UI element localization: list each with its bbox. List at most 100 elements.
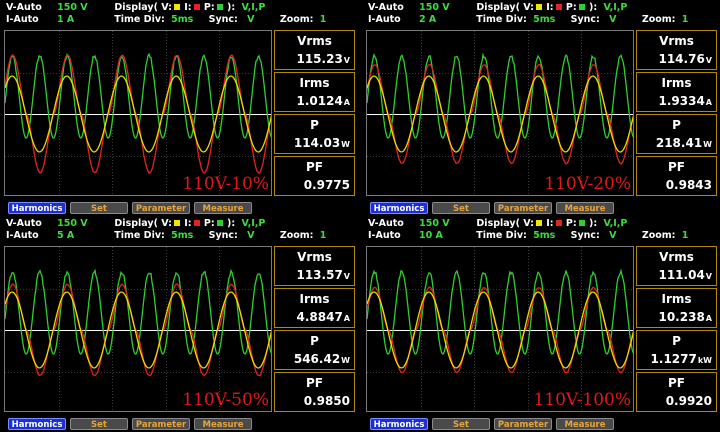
grid-lines bbox=[367, 31, 634, 196]
p-box: P 546.42W bbox=[274, 330, 355, 370]
measurement-column: Vrms 114.76V Irms 1.9334A P 218.41W PF 0… bbox=[636, 30, 717, 196]
measure-button[interactable]: Measure bbox=[556, 418, 614, 430]
display-label: Display( V: bbox=[114, 218, 172, 229]
time-div-value[interactable]: 5ms bbox=[533, 14, 555, 25]
sync-label: Sync: bbox=[209, 14, 238, 25]
zoom-label: Zoom: bbox=[642, 14, 676, 25]
p-box: P 1.1277kW bbox=[636, 330, 717, 370]
scope-panel: V-Auto 150 V Display( V: I: P: ): V,I,P … bbox=[0, 216, 358, 430]
set-button[interactable]: Set bbox=[70, 418, 128, 430]
status-header: V-Auto 150 V Display( V: I: P: ): V,I,P … bbox=[362, 0, 720, 30]
waveform-svg bbox=[367, 247, 634, 412]
grid-lines bbox=[367, 247, 634, 412]
time-div-value[interactable]: 5ms bbox=[533, 230, 555, 241]
parameter-button[interactable]: Parameter bbox=[494, 202, 552, 214]
irms-value: 4.8847A bbox=[296, 310, 350, 324]
parameter-button[interactable]: Parameter bbox=[132, 418, 190, 430]
irms-value: 1.0124A bbox=[296, 94, 350, 108]
p-number: 114.03 bbox=[294, 136, 340, 150]
v-range-value[interactable]: 150 V bbox=[419, 2, 459, 14]
v-range-value[interactable]: 150 V bbox=[419, 218, 459, 230]
display-mode-value[interactable]: V,I,P bbox=[241, 2, 265, 13]
zoom-value[interactable]: 1 bbox=[682, 14, 689, 25]
pf-label: PF bbox=[637, 160, 716, 174]
status-row-2: I-Auto 10 A Time Div: 5ms Sync: V Zoom: … bbox=[368, 230, 688, 242]
i-range-value[interactable]: 2 A bbox=[419, 14, 459, 26]
display-end-label: ): bbox=[224, 2, 235, 13]
pf-number: 0.9850 bbox=[304, 394, 350, 408]
scope-panel: V-Auto 150 V Display( V: I: P: ): V,I,P … bbox=[362, 216, 720, 430]
v-range-value[interactable]: 150 V bbox=[57, 218, 97, 230]
irms-label: Irms bbox=[637, 292, 716, 306]
display-i-label: I: bbox=[181, 218, 192, 229]
measure-button[interactable]: Measure bbox=[556, 202, 614, 214]
pf-value: 0.9920 bbox=[666, 394, 712, 408]
p-label: P bbox=[275, 118, 354, 132]
pf-number: 0.9843 bbox=[666, 178, 712, 192]
display-end-label: ): bbox=[586, 2, 597, 13]
set-button[interactable]: Set bbox=[70, 202, 128, 214]
set-button[interactable]: Set bbox=[432, 202, 490, 214]
display-end-label: ): bbox=[224, 218, 235, 229]
pf-box: PF 0.9850 bbox=[274, 372, 355, 412]
p-label: P bbox=[637, 118, 716, 132]
status-header: V-Auto 150 V Display( V: I: P: ): V,I,P … bbox=[0, 216, 358, 246]
power-color-square bbox=[579, 4, 585, 10]
irms-unit: A bbox=[706, 98, 712, 107]
sync-value[interactable]: V bbox=[609, 14, 616, 25]
scope-panel: V-Auto 150 V Display( V: I: P: ): V,I,P … bbox=[0, 0, 358, 214]
sync-value[interactable]: V bbox=[247, 230, 254, 241]
measure-button[interactable]: Measure bbox=[194, 418, 252, 430]
harmonics-button[interactable]: Harmonics bbox=[370, 202, 428, 214]
time-div-value[interactable]: 5ms bbox=[171, 230, 193, 241]
load-caption: 110V-50% bbox=[182, 390, 269, 410]
i-range-value[interactable]: 10 A bbox=[419, 230, 459, 242]
display-end-label: ): bbox=[586, 218, 597, 229]
time-div-value[interactable]: 5ms bbox=[171, 14, 193, 25]
vrms-box: Vrms 114.76V bbox=[636, 30, 717, 70]
harmonics-button[interactable]: Harmonics bbox=[370, 418, 428, 430]
sync-value[interactable]: V bbox=[609, 230, 616, 241]
status-row-1: V-Auto 150 V Display( V: I: P: ): V,I,P bbox=[6, 2, 265, 14]
display-label: Display( V: bbox=[476, 2, 534, 13]
vrms-label: Vrms bbox=[275, 34, 354, 48]
parameter-button[interactable]: Parameter bbox=[132, 202, 190, 214]
vrms-unit: V bbox=[706, 272, 712, 281]
p-value: 1.1277kW bbox=[651, 352, 712, 366]
v-range-value[interactable]: 150 V bbox=[57, 2, 97, 14]
i-auto-label: I-Auto bbox=[368, 14, 401, 25]
status-row-1: V-Auto 150 V Display( V: I: P: ): V,I,P bbox=[6, 218, 265, 230]
zoom-value[interactable]: 1 bbox=[320, 230, 327, 241]
vrms-number: 111.04 bbox=[658, 268, 704, 282]
load-caption: 110V-100% bbox=[533, 390, 631, 410]
parameter-button[interactable]: Parameter bbox=[494, 418, 552, 430]
sync-value[interactable]: V bbox=[247, 14, 254, 25]
display-p-label: P: bbox=[201, 218, 215, 229]
button-bar: Harmonics Set Parameter Measure bbox=[362, 202, 720, 214]
i-range-value[interactable]: 5 A bbox=[57, 230, 97, 242]
harmonics-button[interactable]: Harmonics bbox=[8, 418, 66, 430]
display-mode-value[interactable]: V,I,P bbox=[603, 2, 627, 13]
status-row-2: I-Auto 2 A Time Div: 5ms Sync: V Zoom: 1 bbox=[368, 14, 688, 26]
voltage-color-square bbox=[536, 4, 542, 10]
waveform-display: 110V-20% bbox=[366, 30, 634, 196]
display-mode-value[interactable]: V,I,P bbox=[241, 218, 265, 229]
voltage-color-square bbox=[174, 4, 180, 10]
zoom-value[interactable]: 1 bbox=[682, 230, 689, 241]
set-button[interactable]: Set bbox=[432, 418, 490, 430]
vrms-label: Vrms bbox=[637, 34, 716, 48]
p-unit: W bbox=[341, 356, 350, 365]
button-bar: Harmonics Set Parameter Measure bbox=[0, 418, 358, 430]
measure-button[interactable]: Measure bbox=[194, 202, 252, 214]
p-unit: W bbox=[341, 140, 350, 149]
measurement-column: Vrms 111.04V Irms 10.238A P 1.1277kW PF … bbox=[636, 246, 717, 412]
harmonics-button[interactable]: Harmonics bbox=[8, 202, 66, 214]
p-number: 218.41 bbox=[656, 136, 702, 150]
current-color-square bbox=[556, 220, 562, 226]
display-mode-value[interactable]: V,I,P bbox=[603, 218, 627, 229]
pf-box: PF 0.9843 bbox=[636, 156, 717, 196]
i-range-value[interactable]: 1 A bbox=[57, 14, 97, 26]
irms-number: 4.8847 bbox=[296, 310, 342, 324]
zoom-value[interactable]: 1 bbox=[320, 14, 327, 25]
pf-value: 0.9843 bbox=[666, 178, 712, 192]
